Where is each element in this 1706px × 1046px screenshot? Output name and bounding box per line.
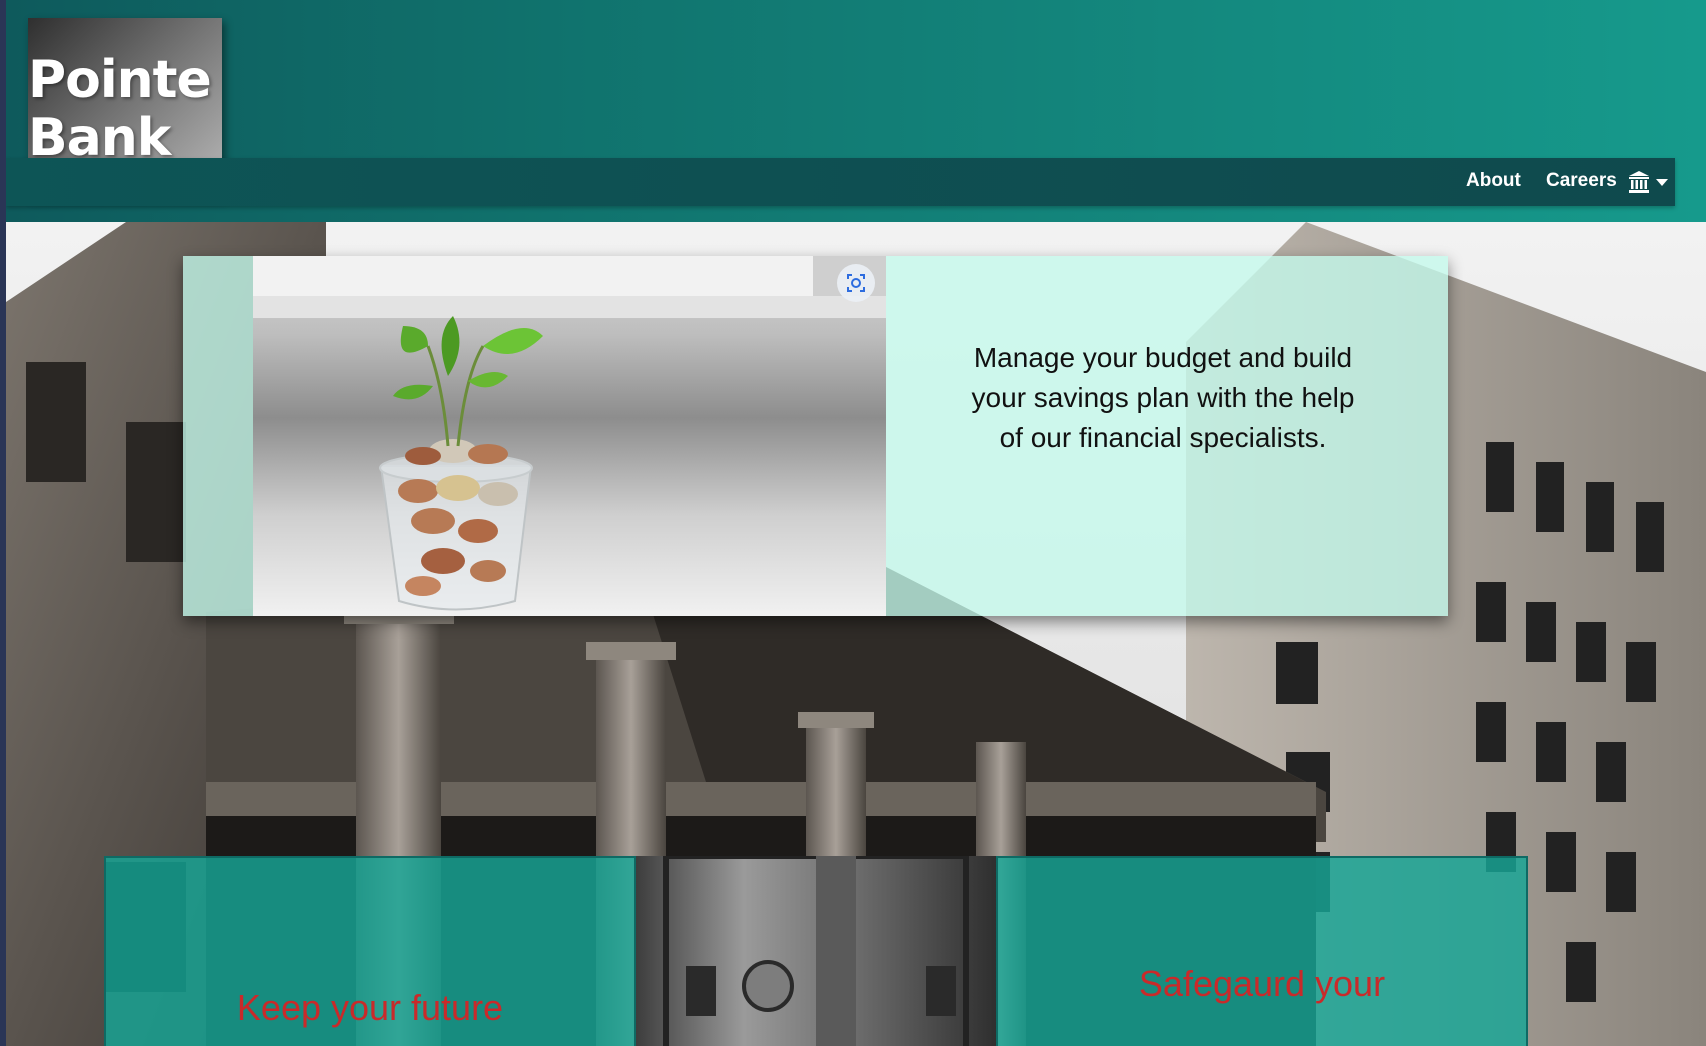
feature-title-future: Keep your future — [236, 987, 504, 1028]
logo-line-2: Bank — [28, 108, 171, 168]
nav-bar: About Careers — [6, 158, 1675, 206]
savings-plant-photo — [253, 256, 886, 616]
promo-text: Manage your budget and build your saving… — [971, 342, 1355, 453]
plant-in-coin-jar-image — [253, 256, 886, 611]
caret-down-icon — [1656, 179, 1668, 186]
feature-title-safeguard: Safegaurd your — [1138, 963, 1386, 1004]
browser-viewport: Pointe Bank About Careers Manage your bu… — [6, 0, 1706, 1046]
feature-card-future[interactable]: Keep your future — [104, 856, 636, 1046]
bank-icon — [1629, 171, 1649, 193]
bank-menu-toggle[interactable] — [1628, 168, 1670, 196]
nav-about-link[interactable]: About — [1466, 170, 1521, 192]
feature-card-safeguard[interactable]: Safegaurd your — [996, 856, 1528, 1046]
hero-section: Manage your budget and build your saving… — [6, 222, 1706, 1046]
site-header: Pointe Bank About Careers — [6, 0, 1706, 222]
promo-card: Manage your budget and build your saving… — [183, 256, 1448, 616]
scan-icon — [847, 274, 865, 292]
visual-search-button[interactable] — [837, 264, 875, 302]
logo-line-1: Pointe — [28, 50, 212, 110]
nav-careers-link[interactable]: Careers — [1546, 170, 1617, 192]
vault-door-image — [636, 856, 996, 1046]
vault-door-photo — [636, 856, 996, 1046]
